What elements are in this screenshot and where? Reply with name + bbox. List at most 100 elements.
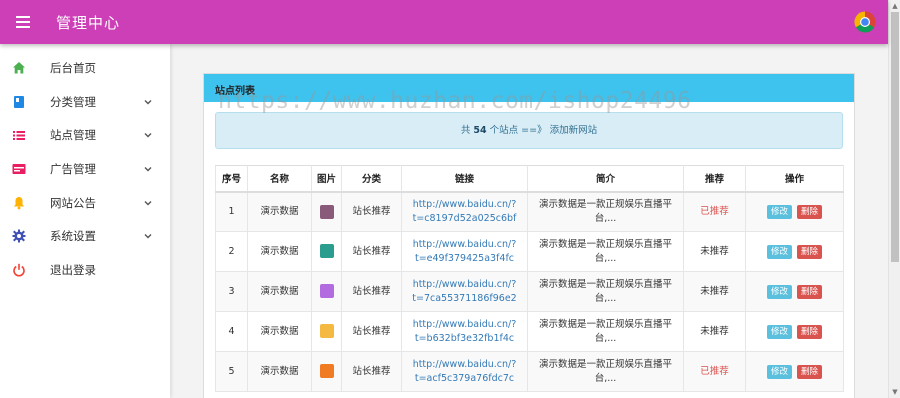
row-name: 演示数据 — [247, 351, 312, 392]
site-thumbnail-image — [319, 204, 334, 219]
site-list-panel: 站点列表 共 54 个站点 ==》 添加新网站 序号 名称 图片 分类 链接 简… — [203, 73, 855, 398]
book-icon — [12, 95, 26, 109]
row-link-line1[interactable]: http://www.baidu.cn/? — [413, 239, 517, 250]
site-table: 序号 名称 图片 分类 链接 简介 推荐 操作 1 演示数据 站长推荐 http://… — [215, 165, 844, 392]
row-link-line2[interactable]: t=acf5c379a76fdc7c — [415, 373, 514, 384]
info-suffix: 个站点 ==》 — [489, 125, 547, 136]
sidebar-item-logout[interactable]: 退出登录 — [0, 253, 170, 287]
site-thumbnail-image — [319, 364, 334, 379]
chevron-down-icon — [143, 231, 153, 241]
row-index: 3 — [215, 271, 248, 312]
row-thumbnail-cell — [311, 271, 342, 312]
sidebar-item-sites[interactable]: 站点管理 — [0, 118, 170, 152]
site-thumbnail-image — [319, 284, 334, 299]
delete-button[interactable]: 删除 — [797, 244, 823, 259]
row-index: 1 — [215, 191, 248, 232]
chevron-down-icon — [143, 198, 153, 208]
scroll-down-arrow-icon[interactable]: ▼ — [891, 388, 899, 396]
column-header-image: 图片 — [311, 165, 342, 193]
top-bar: 管理中心 — [0, 0, 888, 44]
panel-title: 站点列表 — [204, 74, 854, 102]
table-row: 3 演示数据 站长推荐 http://www.baidu.cn/? t=7ca55371… — [215, 271, 844, 312]
sidebar-item-label: 后台首页 — [50, 60, 96, 75]
row-link-cell[interactable]: http://www.baidu.cn/? t=acf5c379a76fdc7c — [401, 351, 528, 392]
row-desc-line2: 台,... — [594, 292, 617, 304]
column-header-description: 简介 — [527, 165, 684, 193]
delete-button[interactable]: 删除 — [797, 324, 823, 339]
row-thumbnail-cell — [311, 231, 342, 272]
row-link-line1[interactable]: http://www.baidu.cn/? — [413, 199, 517, 210]
row-thumbnail-cell — [311, 351, 342, 392]
row-recommend-status: 已推荐 — [683, 351, 746, 392]
column-header-link: 链接 — [401, 165, 528, 193]
row-link-line2[interactable]: t=c8197d52a025c6bf — [413, 213, 517, 224]
row-name: 演示数据 — [247, 191, 312, 232]
row-link-cell[interactable]: http://www.baidu.cn/? t=c8197d52a025c6bf — [401, 191, 528, 232]
row-link-cell[interactable]: http://www.baidu.cn/? t=b632bf3e32fb1f4c — [401, 311, 528, 352]
row-category: 站长推荐 — [341, 271, 402, 312]
row-recommend-status: 未推荐 — [683, 271, 746, 312]
row-desc-line2: 台,... — [594, 332, 617, 344]
row-desc-line1: 演示数据是一款正规娱乐直播平 — [538, 198, 672, 210]
add-site-link[interactable]: 添加新网站 — [550, 125, 598, 136]
row-actions: 修改 删除 — [745, 311, 844, 352]
sidebar-item-ads[interactable]: 广告管理 — [0, 152, 170, 186]
row-name: 演示数据 — [247, 311, 312, 352]
edit-button[interactable]: 修改 — [766, 364, 792, 379]
edit-button[interactable]: 修改 — [766, 284, 792, 299]
column-header-index: 序号 — [215, 165, 248, 193]
row-name: 演示数据 — [247, 271, 312, 312]
delete-button[interactable]: 删除 — [797, 284, 823, 299]
chevron-down-icon — [143, 164, 153, 174]
row-desc-line1: 演示数据是一款正规娱乐直播平 — [538, 318, 672, 330]
hamburger-menu-button[interactable] — [0, 0, 46, 44]
row-category: 站长推荐 — [341, 351, 402, 392]
row-desc-line2: 台,... — [594, 252, 617, 264]
sidebar-item-label: 系统设置 — [50, 229, 96, 244]
row-actions: 修改 删除 — [745, 191, 844, 232]
row-link-line2[interactable]: t=b632bf3e32fb1f4c — [415, 333, 514, 344]
row-link-line1[interactable]: http://www.baidu.cn/? — [413, 319, 517, 330]
row-category: 站长推荐 — [341, 231, 402, 272]
delete-button[interactable]: 删除 — [797, 204, 823, 219]
main-content: 站点列表 共 54 个站点 ==》 添加新网站 序号 名称 图片 分类 链接 简… — [170, 44, 888, 398]
delete-button[interactable]: 删除 — [797, 364, 823, 379]
row-actions: 修改 删除 — [745, 351, 844, 392]
sidebar-item-home[interactable]: 后台首页 — [0, 51, 170, 85]
edit-button[interactable]: 修改 — [766, 204, 792, 219]
site-count-info: 共 54 个站点 ==》 添加新网站 — [215, 112, 843, 149]
row-link-cell[interactable]: http://www.baidu.cn/? t=7ca55371186f96e2 — [401, 271, 528, 312]
page-scrollbar[interactable]: ▲ ▼ — [888, 0, 900, 398]
sidebar-item-label: 退出登录 — [50, 262, 96, 277]
column-header-name: 名称 — [247, 165, 312, 193]
scrollbar-thumb[interactable] — [891, 12, 899, 262]
row-description-cell: 演示数据是一款正规娱乐直播平 台,... — [527, 191, 684, 232]
site-thumbnail-image — [319, 324, 334, 339]
row-description-cell: 演示数据是一款正规娱乐直播平 台,... — [527, 351, 684, 392]
row-index: 5 — [215, 351, 248, 392]
row-description-cell: 演示数据是一款正规娱乐直播平 台,... — [527, 231, 684, 272]
sidebar-item-settings[interactable]: 系统设置 — [0, 219, 170, 253]
table-row: 1 演示数据 站长推荐 http://www.baidu.cn/? t=c8197d52… — [215, 191, 844, 232]
row-thumbnail-cell — [311, 311, 342, 352]
row-recommend-status: 未推荐 — [683, 311, 746, 352]
row-category: 站长推荐 — [341, 191, 402, 232]
sidebar-item-label: 分类管理 — [50, 94, 96, 109]
edit-button[interactable]: 修改 — [766, 244, 792, 259]
row-index: 4 — [215, 311, 248, 352]
edit-button[interactable]: 修改 — [766, 324, 792, 339]
row-actions: 修改 删除 — [745, 271, 844, 312]
row-link-line1[interactable]: http://www.baidu.cn/? — [413, 279, 517, 290]
row-link-line2[interactable]: t=7ca55371186f96e2 — [412, 293, 516, 304]
chrome-browser-icon[interactable] — [854, 11, 876, 33]
row-link-line1[interactable]: http://www.baidu.cn/? — [413, 359, 517, 370]
scroll-up-arrow-icon[interactable]: ▲ — [891, 2, 899, 10]
row-desc-line2: 台,... — [594, 372, 617, 384]
sidebar-item-label: 网站公告 — [50, 195, 96, 210]
sidebar-item-categories[interactable]: 分类管理 — [0, 85, 170, 119]
row-description-cell: 演示数据是一款正规娱乐直播平 台,... — [527, 271, 684, 312]
row-link-line2[interactable]: t=e49f379425a3f4fc — [415, 253, 514, 264]
sidebar-item-announcements[interactable]: 网站公告 — [0, 186, 170, 220]
list-icon — [12, 128, 26, 142]
row-link-cell[interactable]: http://www.baidu.cn/? t=e49f379425a3f4fc — [401, 231, 528, 272]
